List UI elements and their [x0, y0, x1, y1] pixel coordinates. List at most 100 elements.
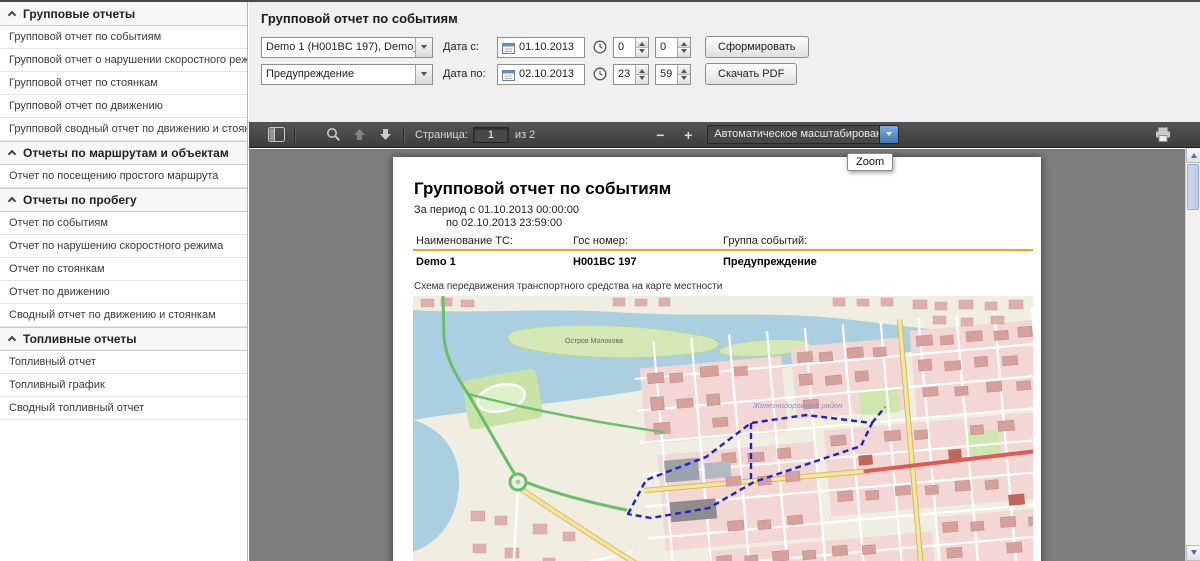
- sidebar-section-title: Топливные отчеты: [23, 327, 137, 351]
- clock-icon: [593, 67, 607, 81]
- vehicle-select[interactable]: Demo 1 (H001BC 197), Demo_1: [261, 37, 433, 58]
- reports-sidebar: Групповые отчеты Групповой отчет по собы…: [0, 2, 248, 561]
- report-title: Групповой отчет по событиям: [414, 179, 671, 199]
- hours-from-value: 0: [614, 38, 635, 57]
- page-count-label: из 2: [515, 129, 535, 141]
- sidebar-section-header-group-reports[interactable]: Групповые отчеты: [0, 2, 247, 26]
- date-from-value: 01.10.2013: [519, 41, 574, 53]
- column-header-plate: Гос номер:: [573, 235, 628, 247]
- sidebar-item[interactable]: Отчет по движению: [0, 281, 247, 304]
- report-period-line1: За период с 01.10.2013 00:00:00: [414, 204, 579, 216]
- sidebar-item[interactable]: Топливный отчет: [0, 351, 247, 374]
- toolbar-separator: [403, 127, 404, 143]
- calendar-icon: [502, 68, 515, 81]
- sidebar-section-header-mileage-reports[interactable]: Отчеты по пробегу: [0, 188, 247, 212]
- map-district-label: Железнодорожный район: [752, 401, 842, 410]
- minutes-from-stepper[interactable]: 0: [655, 37, 691, 58]
- page-label: Страница:: [415, 129, 468, 141]
- stepper-down-icon[interactable]: [678, 47, 690, 57]
- date-to-label: Дата по:: [443, 68, 495, 80]
- sidebar-item[interactable]: Отчет по стоянкам: [0, 258, 247, 281]
- hours-from-stepper[interactable]: 0: [613, 37, 649, 58]
- scrollbar-thumb[interactable]: [1187, 164, 1199, 210]
- pdf-page: Групповой отчет по событиям За период с …: [393, 157, 1041, 561]
- event-group-select-value: Предупреждение: [262, 65, 415, 84]
- window-top-border: [0, 0, 1200, 2]
- sidebar-section-title: Групповые отчеты: [23, 2, 135, 26]
- stepper-up-icon[interactable]: [678, 38, 690, 47]
- sidebar-toggle-icon[interactable]: [263, 124, 289, 145]
- chevron-up-icon: [8, 336, 16, 344]
- calendar-icon: [502, 41, 515, 54]
- sidebar-item[interactable]: Сводный отчет по движению и стоянкам: [0, 304, 247, 327]
- value-plate: H001BC 197: [573, 256, 637, 268]
- stepper-down-icon[interactable]: [678, 74, 690, 84]
- zoom-scale-value: Автоматическое масштабирование: [708, 126, 879, 143]
- table-header-rule: [413, 249, 1033, 251]
- chevron-down-icon: [415, 38, 432, 57]
- scroll-down-icon[interactable]: [1186, 545, 1200, 561]
- hours-to-stepper[interactable]: 23: [613, 64, 649, 85]
- print-icon[interactable]: [1150, 124, 1176, 145]
- previous-page-icon[interactable]: [346, 124, 372, 145]
- sidebar-item[interactable]: Отчет по посещению простого маршрута: [0, 165, 247, 188]
- sidebar-item[interactable]: Групповой отчет о нарушении скоростного …: [0, 49, 247, 72]
- vehicle-select-value: Demo 1 (H001BC 197), Demo_1: [262, 38, 415, 57]
- hours-to-value: 23: [614, 65, 635, 84]
- sidebar-item[interactable]: Отчет по событиям: [0, 212, 247, 235]
- minutes-to-value: 59: [656, 65, 677, 84]
- chevron-up-icon: [8, 150, 16, 158]
- stepper-up-icon[interactable]: [636, 65, 648, 74]
- sidebar-item[interactable]: Групповой отчет по событиям: [0, 26, 247, 49]
- stepper-down-icon[interactable]: [636, 74, 648, 84]
- scroll-up-icon[interactable]: [1186, 147, 1200, 163]
- chevron-up-icon: [8, 197, 16, 205]
- sidebar-section-header-route-reports[interactable]: Отчеты по маршрутам и объектам: [0, 141, 247, 165]
- report-period-line2: по 02.10.2013 23:59:00: [446, 217, 562, 229]
- sidebar-section-header-fuel-reports[interactable]: Топливные отчеты: [0, 327, 247, 351]
- sidebar-item[interactable]: Топливный график: [0, 374, 247, 397]
- column-header-vehicle: Наименование ТС:: [416, 235, 513, 247]
- generate-report-button[interactable]: Сформировать: [705, 36, 809, 58]
- pdf-toolbar: Страница: из 2 − + Автоматическое масшта…: [249, 122, 1200, 148]
- chevron-up-icon: [8, 10, 16, 18]
- stepper-up-icon[interactable]: [636, 38, 648, 47]
- sidebar-item[interactable]: Групповой отчет по движению: [0, 95, 247, 118]
- next-page-icon[interactable]: [372, 124, 398, 145]
- zoom-tooltip: Zoom: [847, 153, 893, 171]
- event-group-select[interactable]: Предупреждение: [261, 64, 433, 85]
- sidebar-item[interactable]: Отчет по нарушению скоростного режима: [0, 235, 247, 258]
- vertical-scrollbar[interactable]: [1185, 147, 1200, 561]
- pdf-viewer[interactable]: Групповой отчет по событиям За период с …: [249, 149, 1185, 561]
- value-events: Предупреждение: [723, 256, 817, 268]
- sidebar-item[interactable]: Групповой сводный отчет по движению и ст…: [0, 118, 247, 141]
- sidebar-section-title: Отчеты по пробегу: [23, 188, 137, 212]
- map-island-label: Остров Молокова: [565, 338, 623, 345]
- date-to-field[interactable]: 02.10.2013: [497, 64, 585, 85]
- sidebar-section-title: Отчеты по маршрутам и объектам: [23, 141, 229, 165]
- date-from-field[interactable]: 01.10.2013: [497, 37, 585, 58]
- sidebar-item[interactable]: Сводный топливный отчет: [0, 397, 247, 420]
- report-form: Групповой отчет по событиям Demo 1 (H001…: [249, 2, 1200, 122]
- toolbar-separator: [294, 127, 295, 143]
- download-pdf-button[interactable]: Скачать PDF: [705, 63, 797, 85]
- page-title: Групповой отчет по событиям: [261, 11, 458, 26]
- main-panel: Групповой отчет по событиям Demo 1 (H001…: [249, 2, 1200, 561]
- search-icon[interactable]: [320, 124, 346, 145]
- column-header-events: Группа событий:: [723, 235, 807, 247]
- zoom-in-icon[interactable]: +: [675, 124, 701, 145]
- date-to-value: 02.10.2013: [519, 68, 574, 80]
- report-map: Остров Молокова Железнодорожный район: [413, 296, 1033, 561]
- minutes-to-stepper[interactable]: 59: [655, 64, 691, 85]
- page-number-input[interactable]: [473, 127, 509, 143]
- chevron-down-icon: [879, 126, 898, 143]
- clock-icon: [593, 40, 607, 54]
- stepper-up-icon[interactable]: [678, 65, 690, 74]
- date-from-label: Дата с:: [443, 41, 495, 53]
- zoom-scale-select[interactable]: Автоматическое масштабирование: [707, 125, 899, 144]
- zoom-out-icon[interactable]: −: [647, 124, 673, 145]
- minutes-from-value: 0: [656, 38, 677, 57]
- chevron-down-icon: [415, 65, 432, 84]
- sidebar-item[interactable]: Групповой отчет по стоянкам: [0, 72, 247, 95]
- stepper-down-icon[interactable]: [636, 47, 648, 57]
